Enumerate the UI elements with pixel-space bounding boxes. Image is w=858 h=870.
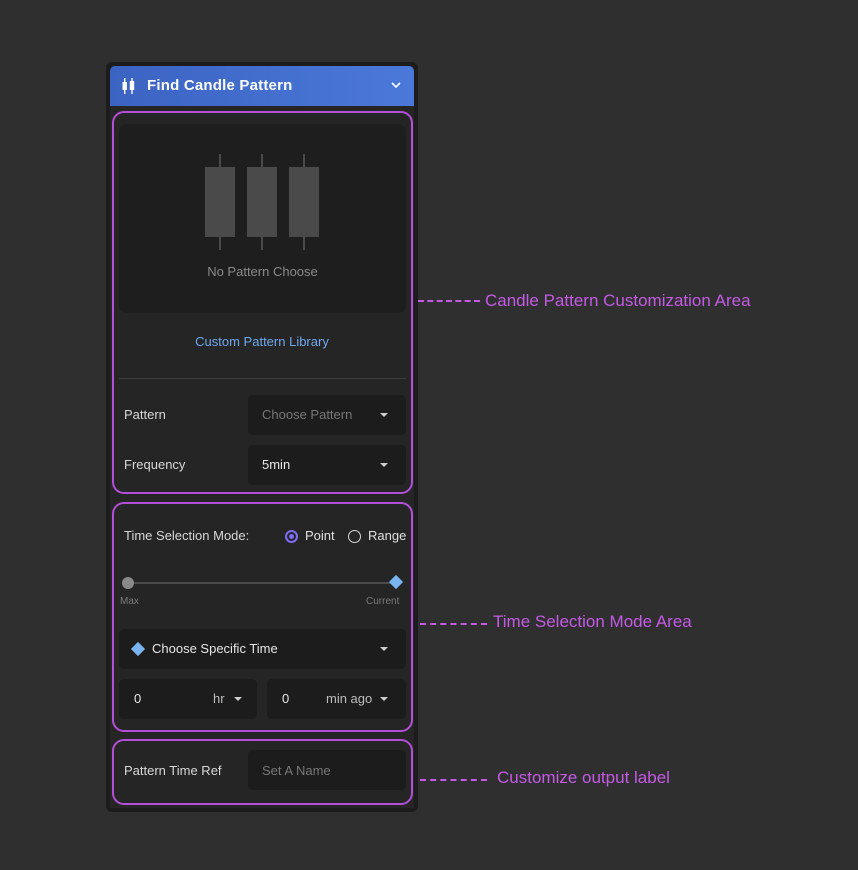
radio-range-label[interactable]: Range xyxy=(368,528,406,543)
caret-down-icon xyxy=(380,413,388,417)
frequency-value: 5min xyxy=(262,457,291,472)
candlestick-icon xyxy=(122,78,135,94)
pattern-time-ref-label: Pattern Time Ref xyxy=(124,763,222,778)
panel-title: Find Candle Pattern xyxy=(147,77,293,94)
choose-specific-time-label: Choose Specific Time xyxy=(152,641,278,656)
pattern-select-placeholder: Choose Pattern xyxy=(262,407,353,422)
minutes-value: 0 xyxy=(282,691,290,706)
no-pattern-text: No Pattern Choose xyxy=(207,264,318,279)
pattern-preview[interactable]: No Pattern Choose xyxy=(119,124,406,313)
slider-max-handle[interactable] xyxy=(122,577,134,589)
annotation-candle-area: Candle Pattern Customization Area xyxy=(485,291,751,310)
divider xyxy=(119,378,406,379)
time-slider-track[interactable] xyxy=(128,582,397,584)
annotation-output-area: Customize output label xyxy=(497,768,670,787)
minutes-unit: min ago xyxy=(326,691,373,706)
caret-down-icon xyxy=(380,647,388,651)
annotation-time-area: Time Selection Mode Area xyxy=(493,612,692,631)
slider-max-label: Current xyxy=(366,596,400,607)
hours-input[interactable]: 0 hr xyxy=(119,679,257,719)
annotation-connector xyxy=(418,300,480,302)
caret-down-icon xyxy=(380,463,388,467)
chevron-down-icon[interactable] xyxy=(390,79,402,91)
custom-pattern-library-link[interactable]: Custom Pattern Library xyxy=(110,334,414,349)
annotation-connector xyxy=(420,623,487,625)
caret-down-icon[interactable] xyxy=(380,697,388,701)
pattern-time-ref-input[interactable] xyxy=(248,750,406,790)
radio-point-label[interactable]: Point xyxy=(305,528,335,543)
pattern-select[interactable]: Choose Pattern xyxy=(248,395,406,435)
hours-unit: hr xyxy=(213,691,225,706)
minutes-input[interactable]: 0 min ago xyxy=(267,679,406,719)
slider-min-label: Max xyxy=(120,596,139,607)
annotation-connector xyxy=(420,779,487,781)
pattern-label: Pattern xyxy=(124,407,166,422)
choose-specific-time-select[interactable]: Choose Specific Time xyxy=(119,629,406,669)
frequency-select[interactable]: 5min xyxy=(248,445,406,485)
radio-point[interactable] xyxy=(285,530,298,543)
frequency-label: Frequency xyxy=(124,457,186,472)
time-selection-mode-label: Time Selection Mode: xyxy=(124,528,250,543)
caret-down-icon[interactable] xyxy=(234,697,242,701)
hours-value: 0 xyxy=(134,691,142,706)
diamond-icon xyxy=(130,641,146,657)
radio-range[interactable] xyxy=(348,530,361,543)
panel-header[interactable]: Find Candle Pattern xyxy=(110,66,414,106)
candlestick-group-icon xyxy=(205,154,319,250)
